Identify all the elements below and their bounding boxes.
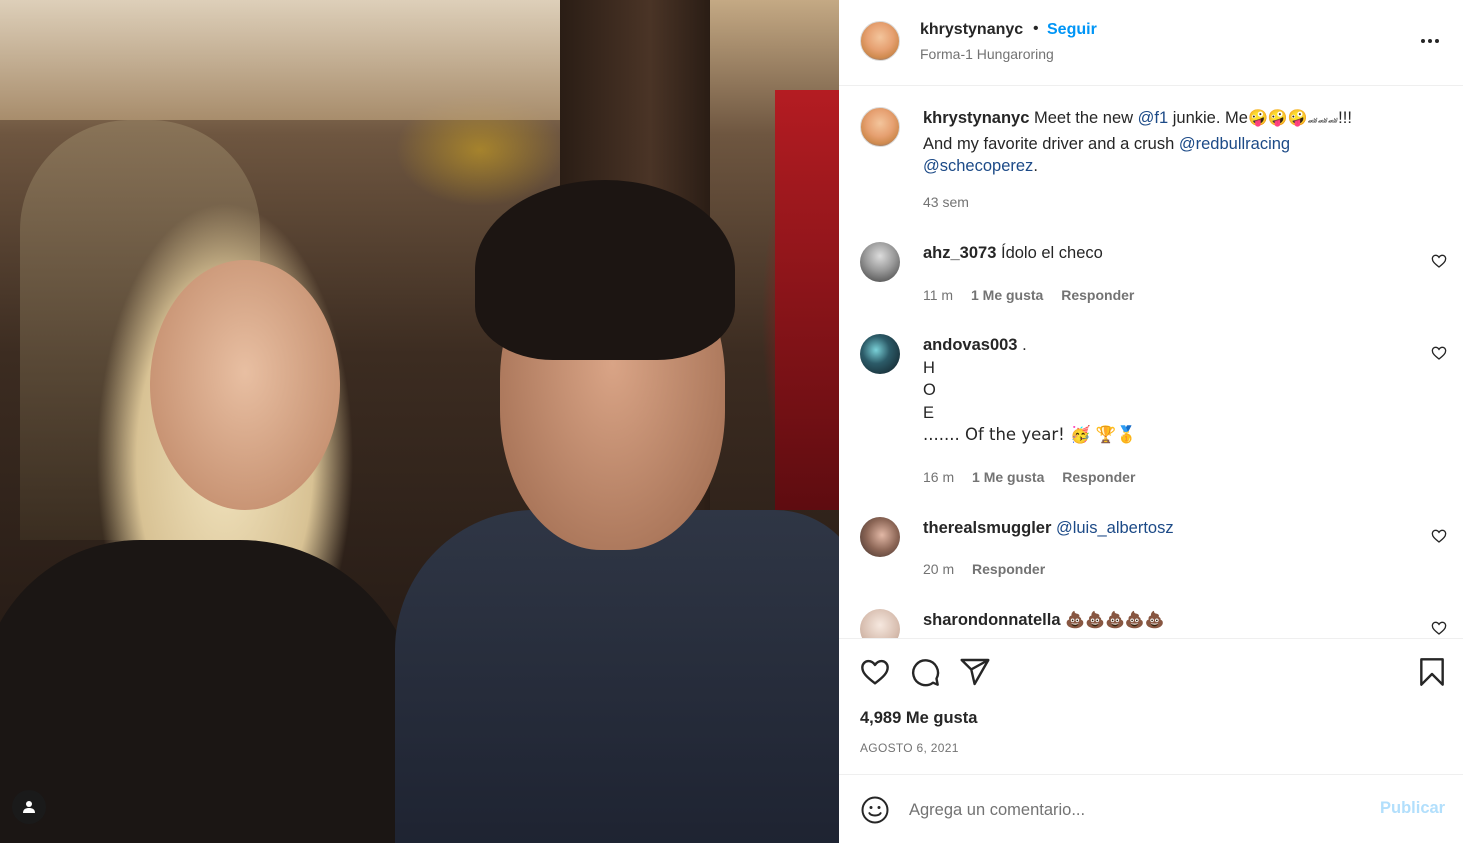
photo-woman-face [150, 260, 340, 510]
comment-line: H [923, 358, 935, 377]
more-options-icon[interactable] [1417, 28, 1443, 54]
post-photo[interactable] [0, 0, 839, 843]
photo-ceiling [0, 0, 560, 120]
share-icon[interactable] [959, 656, 991, 688]
author-avatar[interactable] [860, 21, 900, 61]
comment-line: . [1022, 336, 1027, 354]
bookmark-icon[interactable] [1416, 656, 1448, 688]
post-caption: khrystynanyc Meet the new @f1 junkie. Me… [839, 107, 1463, 227]
user-tag-icon[interactable] [12, 790, 46, 824]
photo-man-shirt [395, 510, 839, 843]
comment-text: ahz_3073 Ídolo el checo [923, 242, 1423, 265]
add-comment-form: Publicar [839, 774, 1463, 843]
commenter-username[interactable]: sharondonnatella [923, 611, 1061, 629]
author-username[interactable]: khrystynanyc [920, 21, 1023, 39]
comment-meta: 11 m 1 Me gusta Responder [923, 287, 1148, 303]
comment-like-heart-icon[interactable] [1431, 345, 1447, 361]
caption-username[interactable]: khrystynanyc [923, 109, 1029, 127]
comment-age[interactable]: 16 m [923, 469, 954, 485]
comment-item: andovas003 . H O E ....... Of the year! … [839, 334, 1463, 494]
emoji-icon[interactable] [860, 795, 890, 825]
post-header: khrystynanyc • Seguir Forma-1 Hungarorin… [839, 0, 1463, 86]
comment-text: sharondonnatella 💩💩💩💩💩 [923, 609, 1423, 632]
post-side-panel: khrystynanyc • Seguir Forma-1 Hungarorin… [839, 0, 1463, 843]
comment-meta: 16 m 1 Me gusta Responder [923, 469, 1149, 485]
instagram-post-modal: khrystynanyc • Seguir Forma-1 Hungarorin… [0, 0, 1463, 843]
comment-body: Ídolo el checo [1000, 244, 1103, 262]
publish-button[interactable]: Publicar [1380, 799, 1445, 818]
comment-likes[interactable]: 1 Me gusta [971, 287, 1043, 303]
comment-icon[interactable] [909, 656, 941, 688]
caption-avatar[interactable] [860, 107, 900, 147]
comment-line: ....... Of the year! 🥳 🏆🥇 [923, 425, 1137, 444]
photo-man-hair [475, 180, 735, 360]
commenter-username[interactable]: ahz_3073 [923, 244, 996, 262]
caption-part: junkie. Me [1168, 109, 1248, 127]
mention-link[interactable]: @schecoperez [923, 157, 1033, 175]
reply-button[interactable]: Responder [972, 561, 1045, 577]
mention-link[interactable]: @redbullracing [1179, 135, 1290, 153]
comment-item: sharondonnatella 💩💩💩💩💩 [839, 609, 1463, 638]
comment-line: O [923, 381, 936, 399]
comment-like-heart-icon[interactable] [1431, 620, 1447, 636]
comment-text: therealsmuggler @luis_albertosz [923, 517, 1423, 540]
caption-car-emojis: 🏎🏎🏎 [1307, 116, 1339, 125]
post-date[interactable]: AGOSTO 6, 2021 [860, 741, 959, 755]
comment-age[interactable]: 11 m [923, 287, 953, 303]
commenter-avatar[interactable] [860, 334, 900, 374]
commenter-username[interactable]: andovas003 [923, 336, 1017, 354]
caption-part: . [1033, 157, 1038, 175]
heart-icon[interactable] [859, 656, 891, 688]
post-actions: 4,989 Me gusta AGOSTO 6, 2021 [839, 638, 1463, 774]
post-location[interactable]: Forma-1 Hungaroring [920, 46, 1054, 62]
comments-list[interactable]: khrystynanyc Meet the new @f1 junkie. Me… [839, 87, 1463, 638]
comment-item: ahz_3073 Ídolo el checo 11 m 1 Me gusta … [839, 242, 1463, 312]
commenter-avatar[interactable] [860, 517, 900, 557]
commenter-avatar[interactable] [860, 242, 900, 282]
comment-input[interactable] [909, 795, 1369, 825]
caption-part: Meet the new [1033, 109, 1138, 127]
reply-button[interactable]: Responder [1062, 469, 1135, 485]
comment-age[interactable]: 20 m [923, 561, 954, 577]
follow-button[interactable]: Seguir [1047, 21, 1097, 39]
comment-likes[interactable]: 1 Me gusta [972, 469, 1044, 485]
caption-age[interactable]: 43 sem [923, 194, 969, 210]
comment-item: therealsmuggler @luis_albertosz 20 m Res… [839, 517, 1463, 587]
comment-body: 💩💩💩💩💩 [1065, 610, 1165, 629]
comment-line: E [923, 403, 935, 422]
photo-woman-dress [0, 540, 420, 843]
mention-link[interactable]: @f1 [1138, 109, 1169, 127]
likes-count[interactable]: 4,989 Me gusta [860, 709, 977, 728]
caption-part: And my favorite driver and a crush [923, 134, 1179, 153]
commenter-username[interactable]: therealsmuggler [923, 519, 1051, 537]
caption-emojis: 🤪🤪🤪 [1247, 108, 1308, 127]
caption-text: khrystynanyc Meet the new @f1 junkie. Me… [923, 107, 1423, 178]
comment-like-heart-icon[interactable] [1431, 253, 1447, 269]
reply-button[interactable]: Responder [1061, 287, 1134, 303]
comment-meta: 20 m Responder [923, 561, 1059, 577]
caption-part: !!! [1338, 109, 1352, 127]
header-separator: • [1033, 20, 1039, 37]
caption-meta: 43 sem [923, 194, 983, 210]
comment-like-heart-icon[interactable] [1431, 528, 1447, 544]
commenter-avatar[interactable] [860, 609, 900, 638]
comment-text: andovas003 . H O E ....... Of the year! … [923, 334, 1423, 447]
mention-link[interactable]: @luis_albertosz [1056, 519, 1174, 537]
photo-red-wall [775, 90, 839, 510]
